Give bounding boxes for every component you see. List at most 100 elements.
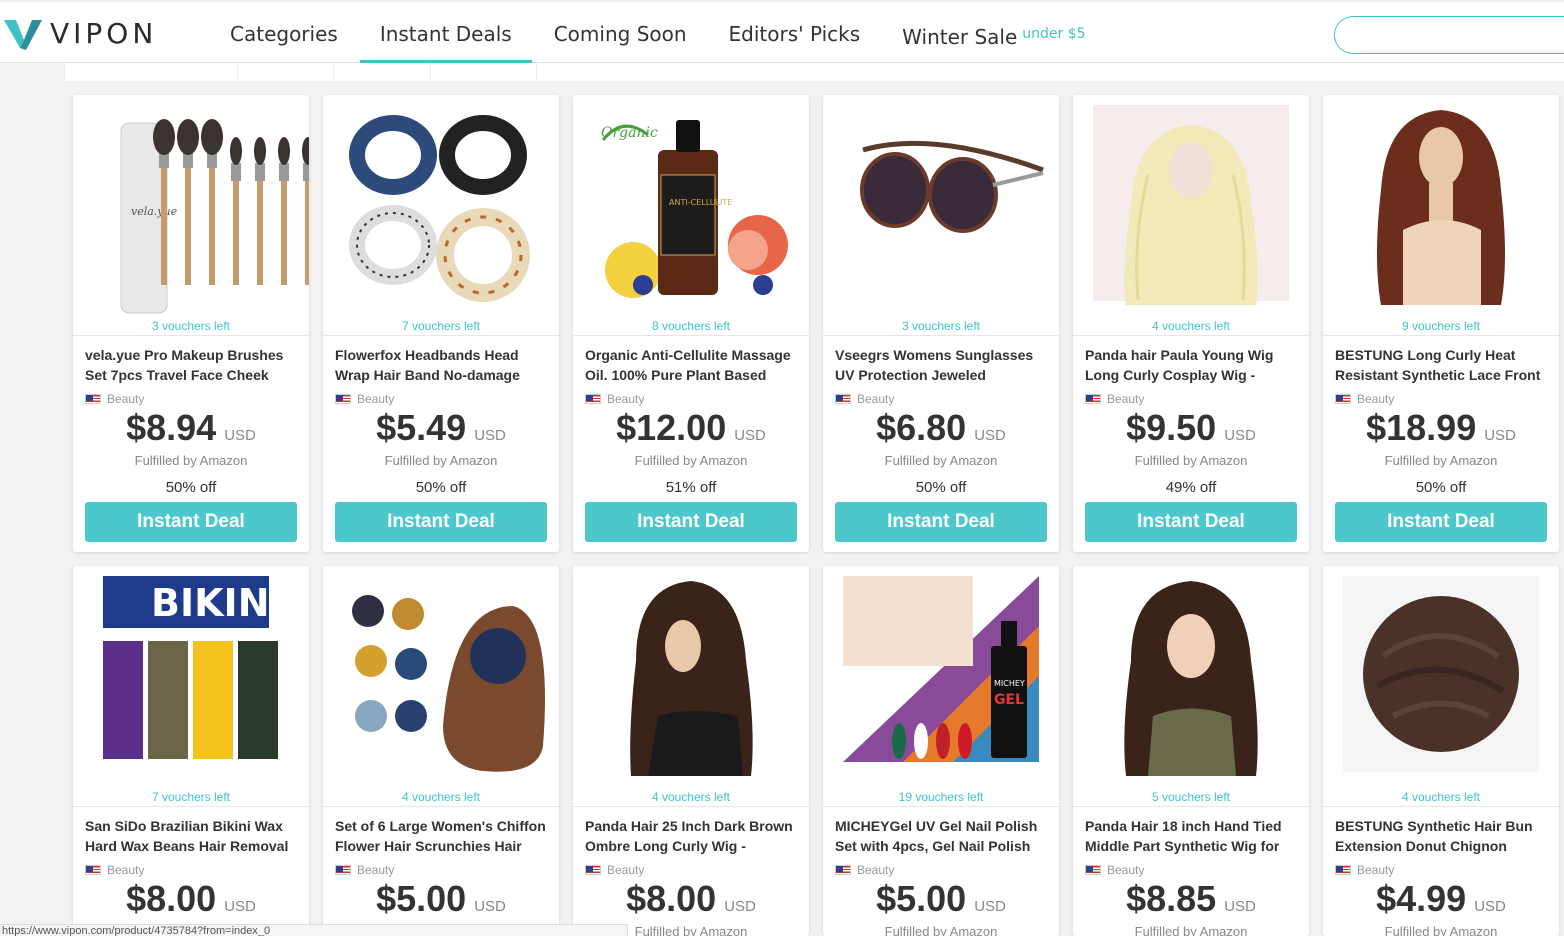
product-card[interactable]: vela.yue 3 vouchers left vela.yue Pro Ma… <box>73 95 309 552</box>
product-title[interactable]: MICHEYGel UV Gel Nail Polish Set with 4p… <box>835 816 1050 856</box>
card-divider <box>573 335 809 336</box>
product-title[interactable]: BESTUNG Synthetic Hair Bun Extension Don… <box>1335 816 1550 856</box>
product-image[interactable] <box>1323 95 1559 335</box>
product-image[interactable] <box>323 566 559 806</box>
instant-deal-button[interactable]: Instant Deal <box>835 502 1047 542</box>
product-image[interactable] <box>1323 566 1559 806</box>
product-title[interactable]: Vseegrs Womens Sunglasses UV Protection … <box>835 345 1050 385</box>
product-image[interactable] <box>323 95 559 335</box>
product-title[interactable]: Panda Hair 25 Inch Dark Brown Ombre Long… <box>585 816 800 856</box>
product-title[interactable]: Flowerfox Headbands Head Wrap Hair Band … <box>335 345 550 385</box>
currency-label: USD <box>1474 898 1506 915</box>
product-category: Beauty <box>835 392 894 406</box>
product-price: $18.99 <box>1366 407 1477 448</box>
nav-categories[interactable]: Categories <box>230 2 338 63</box>
browser-status-bar: https://www.vipon.com/product/4735784?fr… <box>0 924 628 936</box>
us-flag-icon <box>1085 865 1101 875</box>
massage-oil-image: ANTI-CELLULITE Organic <box>601 120 788 298</box>
category-label: Beauty <box>357 863 395 877</box>
instant-deal-button[interactable]: Instant Deal <box>585 502 797 542</box>
us-flag-icon <box>585 865 601 875</box>
product-price: $8.94 <box>126 407 217 448</box>
card-divider <box>73 806 309 807</box>
product-image[interactable] <box>1073 566 1309 806</box>
product-card[interactable]: ANTI-CELLULITE Organic 8 vouchers left Or… <box>573 95 809 552</box>
price-row: $8.00 USD <box>573 878 809 920</box>
search-input[interactable] <box>1334 16 1564 54</box>
instant-deal-button[interactable]: Instant Deal <box>1335 502 1547 542</box>
card-divider <box>1323 335 1559 336</box>
product-card[interactable]: 9 vouchers left BESTUNG Long Curly Heat … <box>1323 95 1559 552</box>
product-card[interactable]: 4 vouchers left Panda Hair 25 Inch Dark … <box>573 566 809 936</box>
instant-deal-button[interactable]: Instant Deal <box>1085 502 1297 542</box>
product-image[interactable] <box>823 95 1059 335</box>
us-flag-icon <box>85 394 101 404</box>
product-image[interactable] <box>573 566 809 806</box>
product-title[interactable]: Panda Hair 18 inch Hand Tied Middle Part… <box>1085 816 1300 856</box>
nav-winter-sale[interactable]: Winter Sale under $5 <box>902 2 1085 63</box>
category-label: Beauty <box>607 392 645 406</box>
fulfilled-by: Fulfilled by Amazon <box>1134 924 1248 936</box>
product-title[interactable]: Set of 6 Large Women's Chiffon Flower Ha… <box>335 816 550 856</box>
currency-label: USD <box>724 898 756 915</box>
product-image[interactable]: ANTI-CELLULITE Organic <box>573 95 809 335</box>
currency-label: USD <box>1224 427 1256 444</box>
nav-winter-sale-label: Winter Sale <box>902 25 1018 49</box>
category-label: Beauty <box>857 392 895 406</box>
vipon-logo[interactable]: VIPON <box>4 18 157 50</box>
product-category: Beauty <box>1335 392 1394 406</box>
instant-deal-button[interactable]: Instant Deal <box>335 502 547 542</box>
discount-percent: 50% off <box>1415 479 1467 496</box>
product-title[interactable]: San SiDo Brazilian Bikini Wax Hard Wax B… <box>85 816 300 856</box>
product-card[interactable]: 4 vouchers left Set of 6 Large Women's C… <box>323 566 559 936</box>
currency-label: USD <box>474 898 506 915</box>
product-card[interactable]: 4 vouchers left BESTUNG Synthetic Hair B… <box>1323 566 1559 936</box>
product-image[interactable]: BIKINI <box>73 566 309 806</box>
us-flag-icon <box>85 865 101 875</box>
vouchers-left: 9 vouchers left <box>1401 319 1481 333</box>
vouchers-left: 4 vouchers left <box>651 790 731 804</box>
price-row: $6.80 USD <box>823 407 1059 449</box>
product-title[interactable]: BESTUNG Long Curly Heat Resistant Synthe… <box>1335 345 1550 385</box>
category-label: Beauty <box>1357 392 1395 406</box>
nav-coming-soon-label: Coming Soon <box>553 22 687 46</box>
product-title[interactable]: Organic Anti-Cellulite Massage Oil. 100%… <box>585 345 800 385</box>
product-price: $8.00 <box>626 878 717 919</box>
product-card[interactable]: 4 vouchers left Panda hair Paula Young W… <box>1073 95 1309 552</box>
currency-label: USD <box>1484 427 1516 444</box>
fulfilled-by: Fulfilled by Amazon <box>634 453 748 468</box>
product-image[interactable] <box>1073 95 1309 335</box>
sub-tab-divider <box>333 63 334 81</box>
auburn-wig-image <box>1377 110 1505 305</box>
nav-instant-deals[interactable]: Instant Deals <box>359 2 532 63</box>
category-label: Beauty <box>357 392 395 406</box>
nav-coming-soon[interactable]: Coming Soon <box>554 2 687 63</box>
category-label: Beauty <box>107 863 145 877</box>
nail-polish-image: MICHEY GEL <box>843 576 1039 762</box>
instant-deal-button[interactable]: Instant Deal <box>85 502 297 542</box>
product-price: $8.85 <box>1126 878 1217 919</box>
product-card[interactable]: 7 vouchers left Flowerfox Headbands Head… <box>323 95 559 552</box>
product-image[interactable]: vela.yue <box>73 95 309 335</box>
category-label: Beauty <box>1107 863 1145 877</box>
headbands-image <box>349 115 530 302</box>
product-image[interactable]: MICHEY GEL <box>823 566 1059 806</box>
product-card[interactable]: 5 vouchers left Panda Hair 18 inch Hand … <box>1073 566 1309 936</box>
sub-tab-strip <box>65 63 1564 81</box>
nav-editors-picks[interactable]: Editors' Picks <box>729 2 861 63</box>
bikini-wax-image: BIKINI <box>103 576 284 759</box>
currency-label: USD <box>474 427 506 444</box>
product-card[interactable]: 3 vouchers left Vseegrs Womens Sunglasse… <box>823 95 1059 552</box>
product-title[interactable]: Panda hair Paula Young Wig Long Curly Co… <box>1085 345 1300 385</box>
card-divider <box>323 806 559 807</box>
us-flag-icon <box>585 394 601 404</box>
nav-instant-deals-label: Instant Deals <box>379 22 512 46</box>
product-title[interactable]: vela.yue Pro Makeup Brushes Set 7pcs Tra… <box>85 345 300 385</box>
product-card[interactable]: MICHEY GEL 19 vouchers left MICHEYGel UV … <box>823 566 1059 936</box>
us-flag-icon <box>1085 394 1101 404</box>
fulfilled-by: Fulfilled by Amazon <box>1384 924 1498 936</box>
dark-wig-image <box>1124 581 1258 776</box>
product-card[interactable]: BIKINI 7 vouchers left San SiDo Brazilia… <box>73 566 309 936</box>
card-divider <box>73 335 309 336</box>
price-row: $5.00 USD <box>823 878 1059 920</box>
